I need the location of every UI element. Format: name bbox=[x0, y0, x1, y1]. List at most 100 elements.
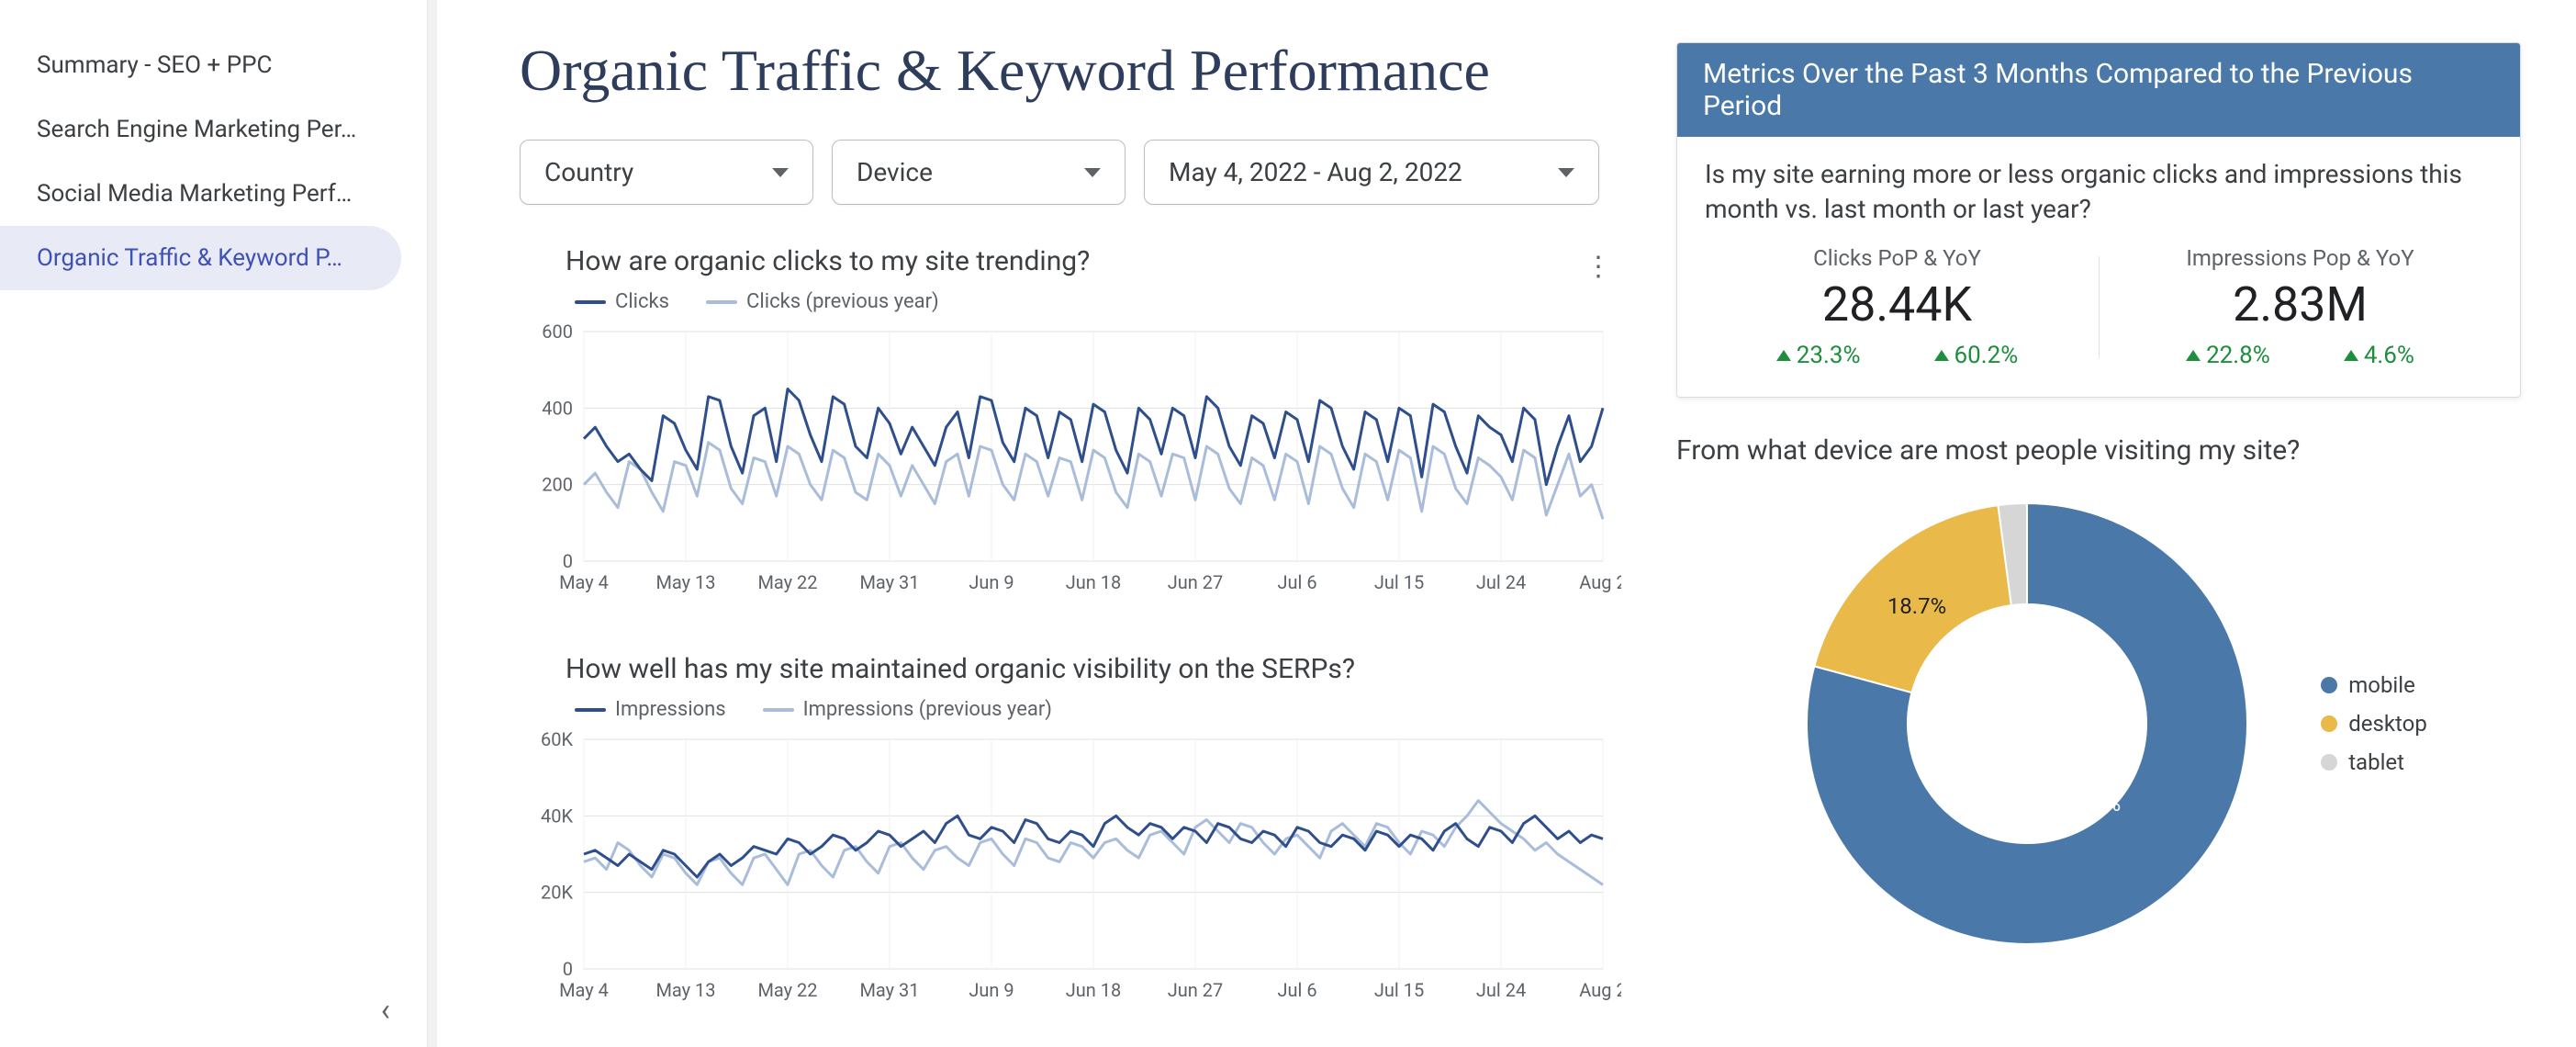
legend-swatch-icon bbox=[575, 300, 606, 304]
legend-item: Impressions bbox=[575, 698, 726, 721]
svg-text:Jun 27: Jun 27 bbox=[1168, 571, 1224, 593]
svg-text:20K: 20K bbox=[541, 882, 573, 904]
svg-text:18.7%: 18.7% bbox=[1887, 593, 1946, 619]
sidebar-item-social[interactable]: Social Media Marketing Perf… bbox=[0, 162, 427, 226]
metric-impressions: Impressions Pop & YoY 2.83M 22.8% 4.6% bbox=[2099, 245, 2502, 369]
legend-item: tablet bbox=[2321, 749, 2427, 775]
legend-label: Impressions (previous year) bbox=[803, 698, 1052, 721]
caret-down-icon bbox=[772, 168, 789, 177]
page-title: Organic Traffic & Keyword Performance bbox=[520, 37, 1621, 105]
vertical-divider bbox=[428, 0, 437, 1047]
legend-label: Clicks bbox=[615, 290, 669, 313]
metrics-question: Is my site earning more or less organic … bbox=[1677, 137, 2520, 236]
svg-text:Jun 9: Jun 9 bbox=[969, 979, 1014, 1001]
svg-text:May 13: May 13 bbox=[655, 979, 715, 1001]
legend-label: Impressions bbox=[615, 698, 726, 721]
chart-clicks-title: How are organic clicks to my site trendi… bbox=[520, 245, 1621, 277]
donut-block: From what device are most people visitin… bbox=[1676, 434, 2521, 963]
donut-title: From what device are most people visitin… bbox=[1676, 434, 2521, 467]
svg-text:Jul 15: Jul 15 bbox=[1374, 571, 1424, 593]
delta-yoy: 4.6% bbox=[2344, 342, 2414, 369]
svg-text:May 4: May 4 bbox=[559, 979, 609, 1001]
chart-impressions-legend: Impressions Impressions (previous year) bbox=[520, 698, 1621, 721]
legend-item: desktop bbox=[2321, 711, 2427, 737]
svg-text:May 4: May 4 bbox=[559, 571, 609, 593]
metric-label: Impressions Pop & YoY bbox=[2099, 245, 2502, 271]
chart-impressions-block: How well has my site maintained organic … bbox=[520, 653, 1621, 1006]
legend-item: mobile bbox=[2321, 672, 2427, 698]
impressions-line-chart[interactable]: 0 20K 40K 60K May 4 May 13 May 22 May 31 Jun 9 Ju… bbox=[520, 730, 1621, 1006]
svg-text:May 22: May 22 bbox=[757, 571, 817, 593]
svg-text:200: 200 bbox=[542, 474, 573, 496]
svg-text:600: 600 bbox=[542, 322, 573, 343]
sidebar-item-organic[interactable]: Organic Traffic & Keyword P… bbox=[0, 226, 401, 290]
filter-device[interactable]: Device bbox=[832, 140, 1126, 205]
filter-daterange[interactable]: May 4, 2022 - Aug 2, 2022 bbox=[1144, 140, 1599, 205]
delta-pop: 23.3% bbox=[1776, 342, 1861, 369]
clicks-line-chart[interactable]: 0 200 400 600 May 4 May 13 May 22 May 31 Jun 9 Ju… bbox=[520, 322, 1621, 598]
donut-legend: mobile desktop tablet bbox=[2321, 672, 2427, 775]
svg-text:40K: 40K bbox=[541, 805, 573, 827]
legend-item: Clicks bbox=[575, 290, 669, 313]
svg-text:Jun 18: Jun 18 bbox=[1066, 571, 1122, 593]
svg-text:Aug 2: Aug 2 bbox=[1579, 571, 1621, 593]
svg-text:Jul 6: Jul 6 bbox=[1277, 571, 1316, 593]
legend-swatch-icon bbox=[575, 708, 606, 712]
metric-value: 2.83M bbox=[2099, 276, 2502, 332]
metric-value: 28.44K bbox=[1696, 276, 2099, 332]
filter-device-label: Device bbox=[857, 157, 933, 187]
arrow-up-icon bbox=[1934, 350, 1949, 361]
metrics-header: Metrics Over the Past 3 Months Compared … bbox=[1677, 43, 2520, 137]
svg-text:Aug 2: Aug 2 bbox=[1579, 979, 1621, 1001]
svg-text:60K: 60K bbox=[541, 730, 573, 750]
delta-pop: 22.8% bbox=[2186, 342, 2270, 369]
sidebar-item-summary[interactable]: Summary - SEO + PPC bbox=[0, 33, 427, 97]
svg-text:Jul 24: Jul 24 bbox=[1476, 979, 1526, 1001]
svg-text:May 22: May 22 bbox=[757, 979, 817, 1001]
sidebar-collapse-button[interactable]: ‹ bbox=[381, 992, 390, 1029]
arrow-up-icon bbox=[2344, 350, 2358, 361]
sidebar: Summary - SEO + PPC Search Engine Market… bbox=[0, 0, 428, 1047]
svg-text:May 31: May 31 bbox=[859, 979, 919, 1001]
legend-item: Clicks (previous year) bbox=[706, 290, 939, 313]
svg-text:Jun 9: Jun 9 bbox=[969, 571, 1014, 593]
metric-label: Clicks PoP & YoY bbox=[1696, 245, 2099, 271]
metric-clicks: Clicks PoP & YoY 28.44K 23.3% 60.2% bbox=[1696, 245, 2099, 369]
caret-down-icon bbox=[1558, 168, 1574, 177]
metrics-row: Clicks PoP & YoY 28.44K 23.3% 60.2% Impr… bbox=[1677, 236, 2520, 397]
legend-swatch-icon bbox=[763, 708, 794, 712]
arrow-up-icon bbox=[2186, 350, 2201, 361]
filter-daterange-label: May 4, 2022 - Aug 2, 2022 bbox=[1169, 157, 1462, 187]
device-donut-chart[interactable]: 79.2% 18.7% bbox=[1770, 485, 2284, 963]
sidebar-item-sem[interactable]: Search Engine Marketing Per… bbox=[0, 97, 427, 162]
svg-text:Jul 24: Jul 24 bbox=[1476, 571, 1526, 593]
svg-text:May 13: May 13 bbox=[655, 571, 715, 593]
metrics-card: Metrics Over the Past 3 Months Compared … bbox=[1676, 42, 2521, 398]
filter-bar: Country Device May 4, 2022 - Aug 2, 2022 bbox=[520, 140, 1621, 205]
legend-item: Impressions (previous year) bbox=[763, 698, 1052, 721]
legend-label: Clicks (previous year) bbox=[746, 290, 939, 313]
chart-clicks-legend: Clicks Clicks (previous year) bbox=[520, 290, 1621, 313]
svg-text:79.2%: 79.2% bbox=[2062, 791, 2121, 816]
chart-clicks-block: ⋮ How are organic clicks to my site tren… bbox=[520, 245, 1621, 598]
svg-text:Jul 6: Jul 6 bbox=[1277, 979, 1316, 1001]
arrow-up-icon bbox=[1776, 350, 1791, 361]
svg-text:0: 0 bbox=[563, 550, 573, 572]
svg-text:400: 400 bbox=[542, 397, 573, 419]
legend-swatch-icon bbox=[706, 300, 737, 304]
dot-icon bbox=[2321, 677, 2337, 693]
svg-text:Jun 27: Jun 27 bbox=[1168, 979, 1224, 1001]
chart-impressions-title: How well has my site maintained organic … bbox=[520, 653, 1621, 685]
filter-country[interactable]: Country bbox=[520, 140, 813, 205]
svg-text:May 31: May 31 bbox=[859, 571, 919, 593]
chart-more-button[interactable]: ⋮ bbox=[1575, 245, 1621, 288]
delta-yoy: 60.2% bbox=[1934, 342, 2019, 369]
svg-text:Jun 18: Jun 18 bbox=[1066, 979, 1122, 1001]
filter-country-label: Country bbox=[544, 157, 633, 187]
caret-down-icon bbox=[1084, 168, 1101, 177]
dot-icon bbox=[2321, 715, 2337, 732]
svg-text:Jul 15: Jul 15 bbox=[1374, 979, 1424, 1001]
dot-icon bbox=[2321, 754, 2337, 771]
main-content: Organic Traffic & Keyword Performance Co… bbox=[437, 0, 2576, 1047]
svg-text:0: 0 bbox=[563, 958, 573, 980]
